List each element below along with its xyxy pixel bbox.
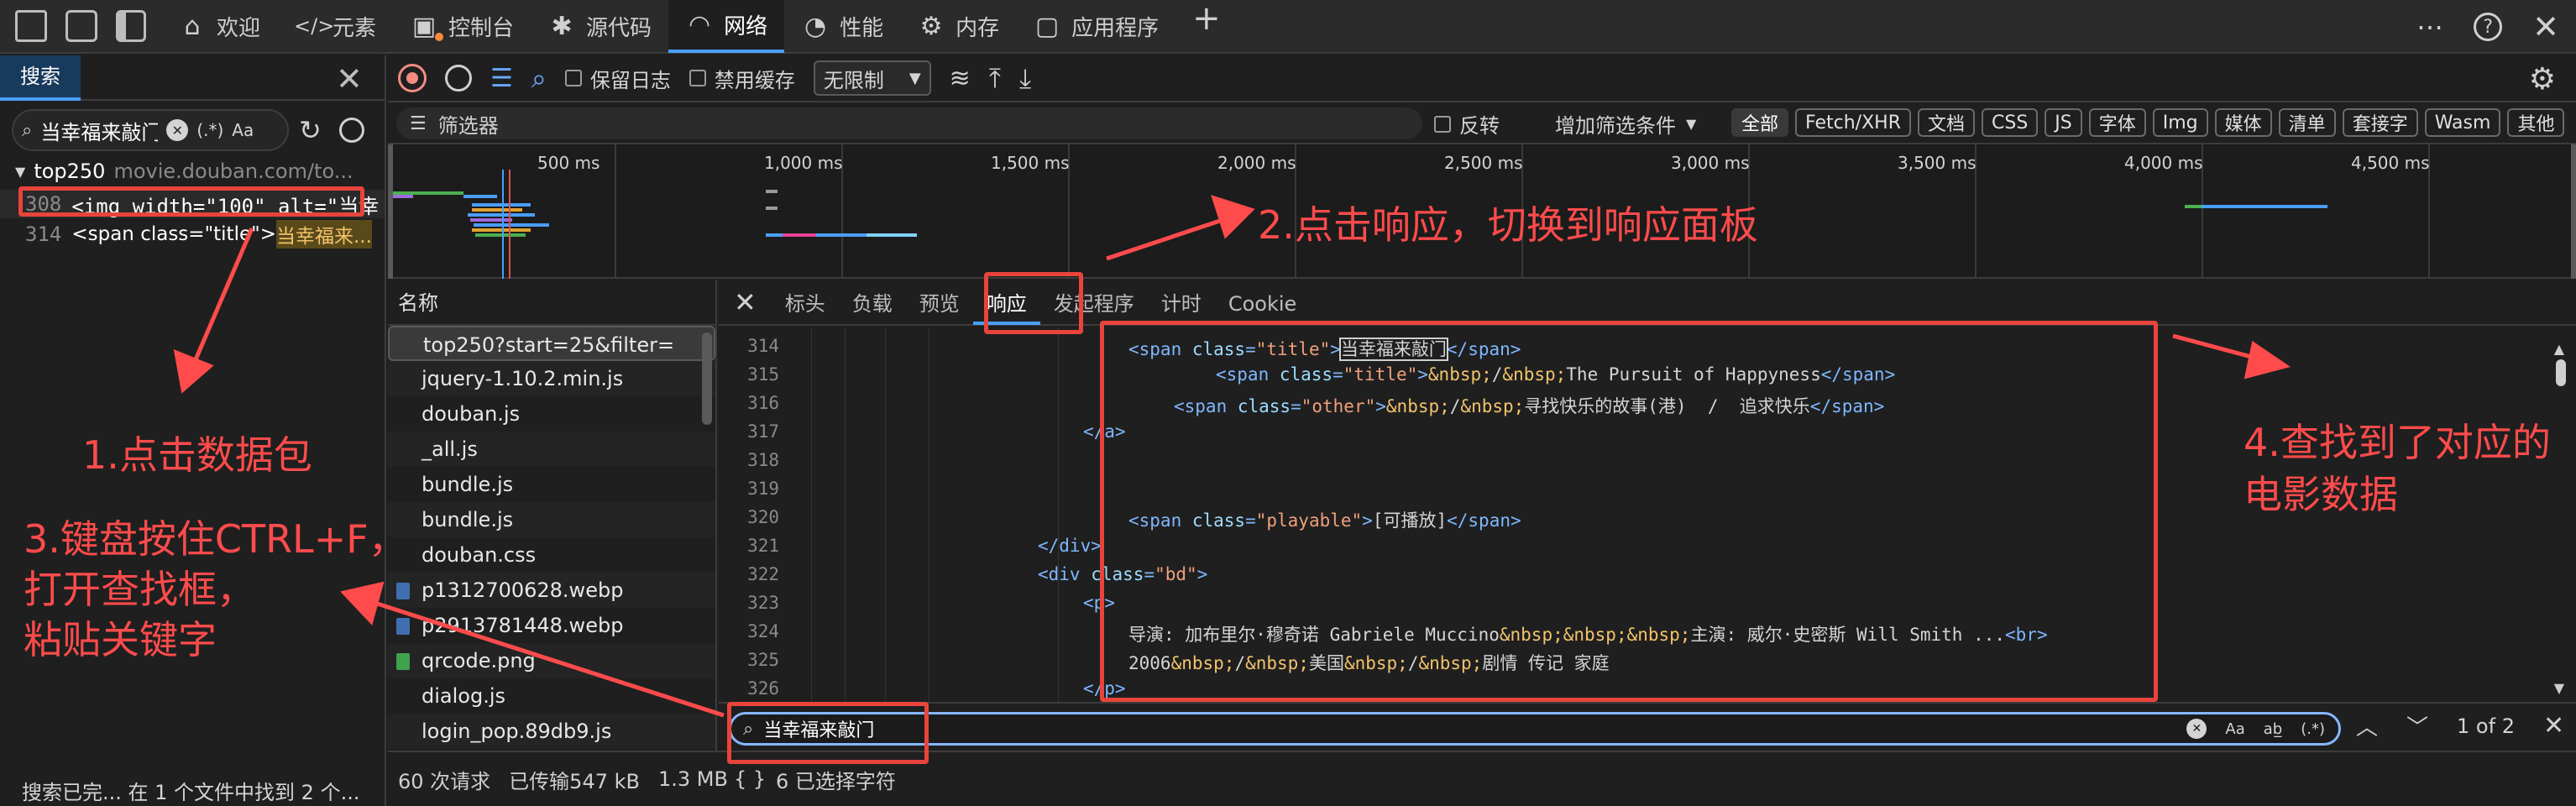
annotation-step4-line1: 4.查找到了对应的 <box>2244 420 2551 465</box>
annotation-arrows <box>173 195 2291 718</box>
arrow-step3 <box>369 599 725 718</box>
arrow-step2-head <box>1211 195 1255 239</box>
arrow-step1 <box>189 228 254 370</box>
annotation-step3-line3: 粘贴关键字 <box>24 617 217 662</box>
annotation-step1: 1.点击数据包 <box>82 432 312 478</box>
annotation-step4: 4.查找到了对应的 电影数据 <box>2244 416 2551 521</box>
annotation-step3-line2: 打开查找框， <box>24 567 255 612</box>
annotation-step3-line1: 3.键盘按住CTRL+F， <box>24 516 407 562</box>
annotation-step2: 2.点击响应，切换到响应面板 <box>1258 202 1758 248</box>
annotation-step4-line2: 电影数据 <box>2244 472 2398 517</box>
arrow-step2 <box>1106 214 1233 261</box>
arrow-step4-head <box>2244 340 2291 379</box>
annotation-step3: 3.键盘按住CTRL+F， 打开查找框， 粘贴关键字 <box>24 514 407 665</box>
arrow-step1-head <box>173 349 214 394</box>
